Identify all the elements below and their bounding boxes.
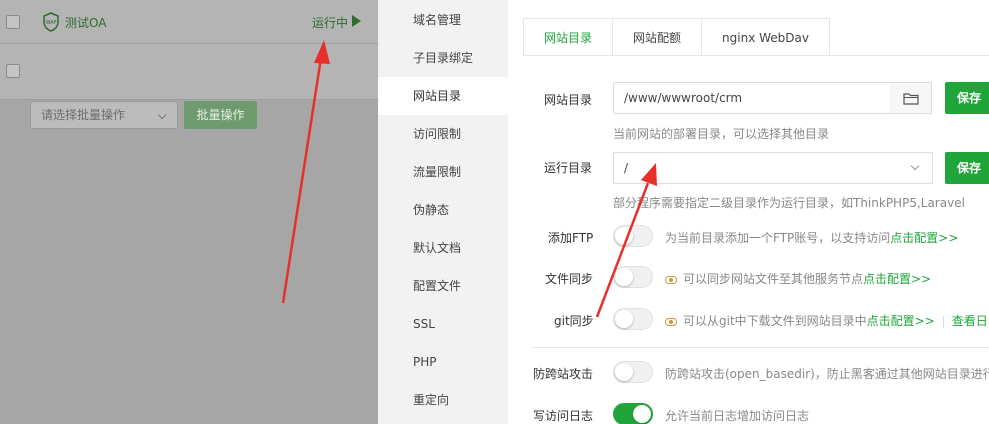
play-icon[interactable]	[352, 15, 361, 27]
section-divider	[533, 347, 989, 348]
site-row-checkbox[interactable]	[6, 15, 20, 29]
nav-item-site-dir[interactable]: 网站目录	[378, 77, 508, 115]
toggle-knob	[615, 363, 633, 381]
save-run-dir-button[interactable]: 保存	[945, 152, 989, 184]
site-dir-hint: 当前网站的部署目录，可以选择其他目录	[613, 127, 830, 141]
select-all-checkbox[interactable]	[6, 64, 20, 78]
nav-item-config-file[interactable]: 配置文件	[378, 267, 508, 305]
svg-text:WAF: WAF	[46, 20, 57, 26]
sync-toggle[interactable]	[613, 266, 653, 288]
eye-icon	[665, 275, 677, 284]
anti-cross-label: 防跨站攻击	[533, 367, 594, 381]
toggle-knob	[633, 405, 651, 423]
sync-desc: 可以同步网站文件至其他服务节点点击配置>>	[665, 270, 931, 287]
nav-item-traffic-limit[interactable]: 流量限制	[378, 153, 508, 191]
separator	[942, 315, 944, 328]
view-log-link[interactable]: 查看日	[952, 314, 988, 328]
folder-icon	[903, 93, 919, 105]
tab-divider	[523, 55, 989, 56]
batch-operation-placeholder: 请选择批量操作	[41, 108, 126, 122]
ftp-desc-text: 为当前目录添加一个FTP账号，以支持访问	[665, 231, 891, 245]
run-dir-select[interactable]: /	[613, 152, 933, 184]
tab-site-dir[interactable]: 网站目录	[523, 18, 614, 56]
site-list-background: WAF 测试OA 运行中 请选择批量操作 批量操作	[0, 0, 378, 424]
tab-site-quota[interactable]: 网站配额	[613, 18, 703, 56]
git-config-link[interactable]: 点击配置>>	[867, 314, 935, 328]
access-log-toggle[interactable]	[613, 403, 653, 424]
save-site-dir-button[interactable]: 保存	[945, 82, 989, 114]
toggle-knob	[615, 310, 633, 328]
ftp-label: 添加FTP	[548, 231, 594, 245]
site-name[interactable]: 测试OA	[65, 14, 106, 31]
git-desc-text: 可以从git中下载文件到网站目录中	[683, 314, 867, 328]
toggle-knob	[615, 268, 633, 286]
access-log-label: 写访问日志	[533, 409, 594, 423]
eye-icon	[665, 317, 677, 326]
tab-nginx-webdav[interactable]: nginx WebDav	[702, 18, 830, 56]
sync-desc-text: 可以同步网站文件至其他服务节点	[683, 272, 864, 286]
git-desc: 可以从git中下载文件到网站目录中点击配置>> 查看日	[665, 312, 988, 329]
batch-row: 请选择批量操作 批量操作	[0, 44, 378, 129]
run-dir-label: 运行目录	[544, 161, 593, 175]
tab-bar: 网站目录 网站配额 nginx WebDav	[523, 18, 830, 56]
run-dir-hint: 部分程序需要指定二级目录作为运行目录，如ThinkPHP5,Laravel	[613, 196, 965, 210]
git-label: git同步	[554, 314, 594, 328]
nav-item-redirect[interactable]: 重定向	[378, 381, 508, 419]
nav-item-access-limit[interactable]: 访问限制	[378, 115, 508, 153]
folder-picker-button[interactable]	[890, 82, 932, 114]
site-dir-label: 网站目录	[544, 93, 593, 107]
site-dir-panel: 网站目录 网站配额 nginx WebDav 网站目录 /www/wwwroot…	[508, 0, 989, 424]
access-log-desc: 允许当前日志增加访问日志	[665, 409, 810, 423]
ftp-toggle[interactable]	[613, 225, 653, 247]
nav-item-php[interactable]: PHP	[378, 343, 508, 381]
nav-item-default-doc[interactable]: 默认文档	[378, 229, 508, 267]
nav-item-domain[interactable]: 域名管理	[378, 1, 508, 39]
anti-cross-desc: 防跨站攻击(open_basedir)，防止黑客通过其他网站目录进行	[665, 367, 989, 381]
chevron-down-icon	[157, 110, 167, 120]
anti-cross-toggle[interactable]	[613, 361, 653, 383]
site-dir-input[interactable]: /www/wwwroot/crm	[613, 82, 891, 114]
toggle-knob	[615, 227, 633, 245]
site-status[interactable]: 运行中	[312, 14, 348, 31]
run-dir-value: /	[624, 161, 629, 175]
ftp-desc: 为当前目录添加一个FTP账号，以支持访问点击配置>>	[665, 229, 958, 246]
nav-item-subdir-binding[interactable]: 子目录绑定	[378, 39, 508, 77]
site-row: WAF 测试OA 运行中	[0, 0, 378, 44]
nav-item-ssl[interactable]: SSL	[378, 305, 508, 343]
sync-label: 文件同步	[545, 272, 594, 286]
git-toggle[interactable]	[613, 308, 653, 330]
batch-operation-button[interactable]: 批量操作	[184, 101, 257, 129]
ftp-config-link[interactable]: 点击配置>>	[890, 231, 958, 245]
batch-operation-select[interactable]: 请选择批量操作	[30, 101, 178, 129]
shield-icon: WAF	[43, 12, 59, 32]
sync-config-link[interactable]: 点击配置>>	[863, 272, 931, 286]
nav-item-rewrite[interactable]: 伪静态	[378, 191, 508, 229]
settings-nav: 域名管理 子目录绑定 网站目录 访问限制 流量限制 伪静态 默认文档 配置文件 …	[378, 0, 508, 424]
